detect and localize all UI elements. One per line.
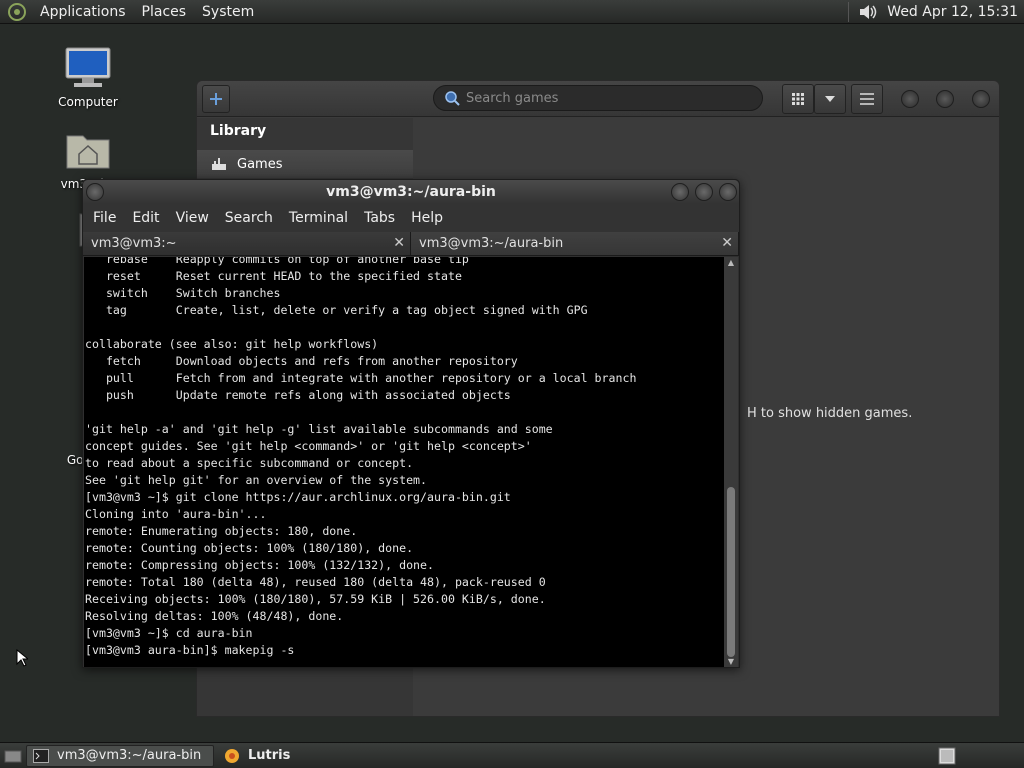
tab-label: vm3@vm3:~ (91, 236, 177, 251)
terminal-tabbar: vm3@vm3:~ ✕ vm3@vm3:~/aura-bin ✕ (83, 232, 739, 256)
grid-icon (792, 93, 804, 105)
show-desktop-icon[interactable] (4, 748, 22, 764)
close-icon[interactable]: ✕ (721, 232, 733, 255)
grid-view-button[interactable] (782, 84, 814, 114)
main-menu-button[interactable] (851, 84, 883, 114)
sidebar-header-library: Library (210, 123, 267, 139)
lutris-icon (225, 748, 239, 763)
search-input[interactable] (466, 90, 746, 106)
lutris-headerbar (197, 81, 999, 117)
system-menu[interactable]: System (194, 0, 262, 24)
desktop-icon-computer[interactable]: Computer (43, 46, 133, 109)
scroll-down-icon[interactable]: ▼ (724, 657, 738, 666)
maximize-button[interactable] (936, 90, 954, 108)
menu-search[interactable]: Search (217, 210, 281, 226)
hidden-games-hint: H to show hidden games. (747, 406, 913, 421)
close-icon[interactable]: ✕ (393, 232, 405, 255)
menu-terminal[interactable]: Terminal (281, 210, 356, 226)
menu-help[interactable]: Help (403, 210, 451, 226)
scrollbar-thumb[interactable] (727, 487, 735, 657)
taskbar-item-lutris[interactable]: Lutris (218, 745, 298, 767)
search-bar[interactable] (433, 85, 763, 111)
add-game-button[interactable] (202, 85, 230, 113)
search-icon (445, 91, 460, 106)
close-button[interactable] (719, 183, 737, 201)
terminal-window: vm3@vm3:~/aura-bin File Edit View Search… (82, 179, 740, 668)
tab-home[interactable]: vm3@vm3:~ ✕ (83, 232, 411, 255)
menu-edit[interactable]: Edit (124, 210, 167, 226)
window-menu-button[interactable] (86, 183, 104, 201)
close-button[interactable] (972, 90, 990, 108)
terminal-title: vm3@vm3:~/aura-bin (326, 184, 496, 200)
terminal-output[interactable]: rebase Reapply commits on top of another… (84, 257, 725, 667)
terminal-scrollbar[interactable]: ▲ ▼ (724, 257, 738, 667)
workspace-switcher-icon[interactable] (938, 747, 956, 765)
computer-icon (65, 47, 111, 87)
tab-label: vm3@vm3:~/aura-bin (419, 236, 564, 251)
home-folder-icon (66, 135, 110, 169)
maximize-button[interactable] (695, 183, 713, 201)
task-label: vm3@vm3:~/aura-bin (57, 748, 202, 763)
tab-aura-bin[interactable]: vm3@vm3:~/aura-bin ✕ (411, 232, 739, 255)
top-panel: Applications Places System Wed Apr 12, 1… (0, 0, 1024, 24)
hamburger-icon (860, 93, 874, 105)
minimize-button[interactable] (671, 183, 689, 201)
view-options-dropdown[interactable] (814, 84, 846, 114)
scroll-up-icon[interactable]: ▲ (724, 258, 738, 267)
terminal-titlebar[interactable]: vm3@vm3:~/aura-bin (83, 180, 739, 204)
clock[interactable]: Wed Apr 12, 15:31 (887, 4, 1024, 20)
terminal-text: rebase Reapply commits on top of another… (85, 257, 637, 657)
chevron-down-icon (825, 96, 835, 102)
terminal-icon (33, 748, 49, 763)
terminal-menubar: File Edit View Search Terminal Tabs Help (83, 204, 739, 232)
taskbar-item-terminal[interactable]: vm3@vm3:~/aura-bin (26, 744, 214, 767)
menu-tabs[interactable]: Tabs (356, 210, 403, 226)
volume-icon[interactable] (857, 2, 879, 22)
desktop-icon-label: Computer (58, 95, 118, 109)
sidebar-item-label: Games (237, 156, 283, 172)
top-panel-tray: Wed Apr 12, 15:31 (848, 0, 1024, 24)
places-menu[interactable]: Places (134, 0, 195, 24)
task-label: Lutris (248, 748, 291, 763)
menu-file[interactable]: File (85, 210, 124, 226)
panel-separator (848, 2, 850, 22)
sidebar-item-games[interactable]: Games (197, 150, 413, 178)
menu-view[interactable]: View (168, 210, 217, 226)
mouse-cursor-icon (16, 649, 28, 667)
games-icon (212, 158, 226, 170)
minimize-button[interactable] (901, 90, 919, 108)
applications-menu[interactable]: Applications (32, 0, 134, 24)
bottom-panel: vm3@vm3:~/aura-bin Lutris (0, 742, 1024, 768)
gnome-foot-icon[interactable] (6, 1, 28, 23)
plus-icon (210, 93, 222, 105)
